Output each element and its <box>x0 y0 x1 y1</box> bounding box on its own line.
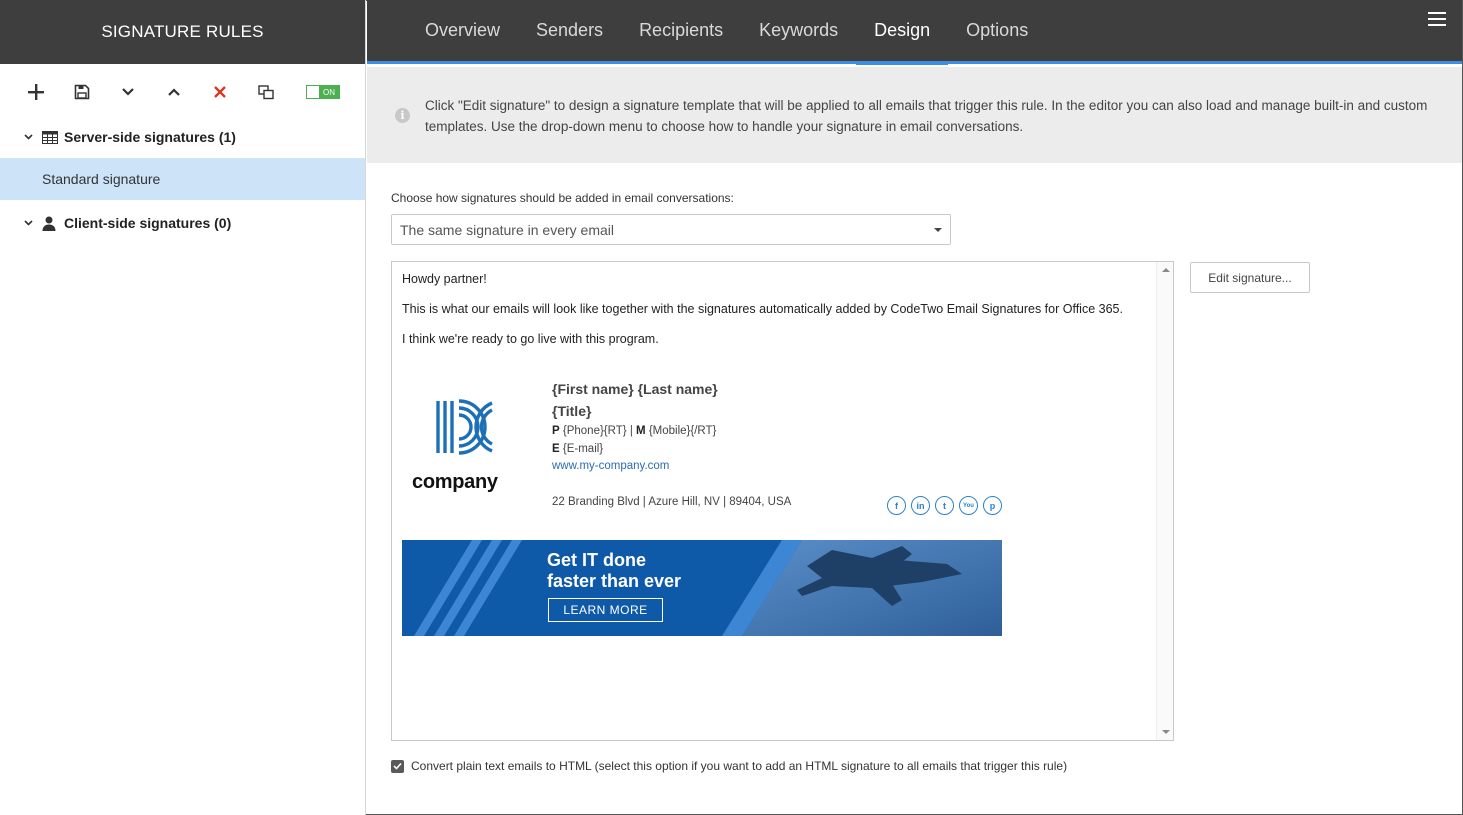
conversation-mode-value: The same signature in every email <box>400 221 614 238</box>
caret-down-icon <box>934 228 942 232</box>
signature-name: {First name} {Last name} <box>552 381 718 397</box>
close-icon <box>214 86 226 98</box>
email-value: {E-mail} <box>562 443 604 455</box>
phone-prefix: P <box>552 425 560 437</box>
menu-icon[interactable] <box>1428 12 1446 28</box>
signature-email-line: E {E-mail} <box>552 443 603 455</box>
info-banner: i Click "Edit signature" to design a sig… <box>367 67 1462 163</box>
chevron-down-icon[interactable] <box>24 220 34 226</box>
learn-more-button[interactable]: LEARN MORE <box>548 598 663 622</box>
signature-banner[interactable]: Get IT done faster than ever LEARN MORE <box>402 540 1002 636</box>
preview-scrollbar[interactable] <box>1156 262 1173 740</box>
move-down-button[interactable] <box>116 80 140 104</box>
chevron-up-icon <box>168 88 180 96</box>
checkmark-icon <box>393 762 402 770</box>
user-icon <box>42 216 58 231</box>
separator: | <box>629 425 633 437</box>
conversation-mode-label: Choose how signatures should be added in… <box>391 191 734 205</box>
tab-recipients[interactable]: Recipients <box>621 0 741 61</box>
delete-rule-button[interactable] <box>208 80 232 104</box>
facebook-icon[interactable]: f <box>887 496 906 515</box>
mobile-value: {Mobile}{/RT} <box>648 425 717 437</box>
banner-headline: Get IT done faster than ever <box>547 550 681 592</box>
preview-content: Howdy partner! This is what our emails w… <box>402 272 1152 347</box>
signature-preview[interactable]: Howdy partner! This is what our emails w… <box>391 261 1174 741</box>
info-text: Click "Edit signature" to design a signa… <box>425 98 1428 134</box>
signature-block: company {First name} {Last name} {Title}… <box>402 379 1002 519</box>
scroll-down-icon[interactable] <box>1162 730 1170 734</box>
rules-toolbar: ON <box>0 64 365 120</box>
banner-line-2: faster than ever <box>547 571 682 591</box>
toggle-label: ON <box>319 86 339 98</box>
scroll-up-icon[interactable] <box>1162 268 1170 272</box>
banner-line-1: Get IT done <box>547 550 646 570</box>
phone-value: {Phone}{RT} <box>562 425 627 437</box>
edit-signature-button[interactable]: Edit signature... <box>1190 262 1310 293</box>
tree-group-server-side[interactable]: Server-side signatures (1) <box>0 120 365 154</box>
plus-icon <box>28 84 44 100</box>
preview-body-1: This is what our emails will look like t… <box>402 302 1123 316</box>
banner-background <box>402 540 1002 636</box>
tab-keywords[interactable]: Keywords <box>741 0 856 61</box>
email-prefix: E <box>552 443 560 455</box>
tab-options[interactable]: Options <box>948 0 1046 61</box>
twitter-icon[interactable]: t <box>935 496 954 515</box>
tree-item-label: Standard signature <box>42 171 161 187</box>
preview-greeting: Howdy partner! <box>402 272 487 286</box>
sidebar-title: SIGNATURE RULES <box>0 0 365 64</box>
conversation-mode-select[interactable]: The same signature in every email <box>391 214 951 245</box>
chevron-down-icon <box>122 88 134 96</box>
signature-website-link[interactable]: www.my-company.com <box>552 460 669 472</box>
pinterest-icon[interactable]: p <box>983 496 1002 515</box>
add-rule-button[interactable] <box>24 80 48 104</box>
youtube-icon[interactable]: You <box>959 496 978 515</box>
tree-item-standard-signature[interactable]: Standard signature <box>0 158 365 200</box>
tab-senders[interactable]: Senders <box>518 0 621 61</box>
convert-plain-text-label: Convert plain text emails to HTML (selec… <box>411 759 1068 773</box>
logo-wordmark: company <box>412 471 498 493</box>
tree-group-label: Client-side signatures (0) <box>64 215 232 231</box>
save-rule-button[interactable] <box>70 80 94 104</box>
tab-design[interactable]: Design <box>856 0 949 65</box>
preview-body-2: I think we're ready to go live with this… <box>402 332 659 346</box>
info-icon: i <box>395 108 410 123</box>
social-icons: f in t You p <box>887 496 1007 515</box>
copy-icon <box>257 84 274 99</box>
tab-overview[interactable]: Overview <box>407 0 518 61</box>
server-icon <box>42 130 58 144</box>
chevron-down-icon[interactable] <box>24 134 34 140</box>
toggle-knob <box>307 86 319 98</box>
tree-group-client-side[interactable]: Client-side signatures (0) <box>0 206 365 240</box>
top-nav: Overview Senders Recipients Keywords Des… <box>367 0 1462 65</box>
signature-address: 22 Branding Blvd | Azure Hill, NV | 8940… <box>552 496 792 508</box>
linkedin-icon[interactable]: in <box>911 496 930 515</box>
signature-title: {Title} <box>552 403 592 419</box>
signature-phone-line: P {Phone}{RT} | M {Mobile}{/RT} <box>552 425 716 437</box>
move-up-button[interactable] <box>162 80 186 104</box>
mobile-prefix: M <box>636 425 646 437</box>
duplicate-rule-button[interactable] <box>254 80 278 104</box>
convert-plain-text-option: Convert plain text emails to HTML (selec… <box>391 759 1067 773</box>
tab-bar: Overview Senders Recipients Keywords Des… <box>367 0 1462 65</box>
sidebar: SIGNATURE RULES ON Server-side signature… <box>0 0 366 815</box>
floppy-disk-icon <box>74 84 90 100</box>
convert-plain-text-checkbox[interactable] <box>391 759 404 773</box>
rule-toggle-switch[interactable]: ON <box>306 85 340 99</box>
tree-group-label: Server-side signatures (1) <box>64 129 236 145</box>
